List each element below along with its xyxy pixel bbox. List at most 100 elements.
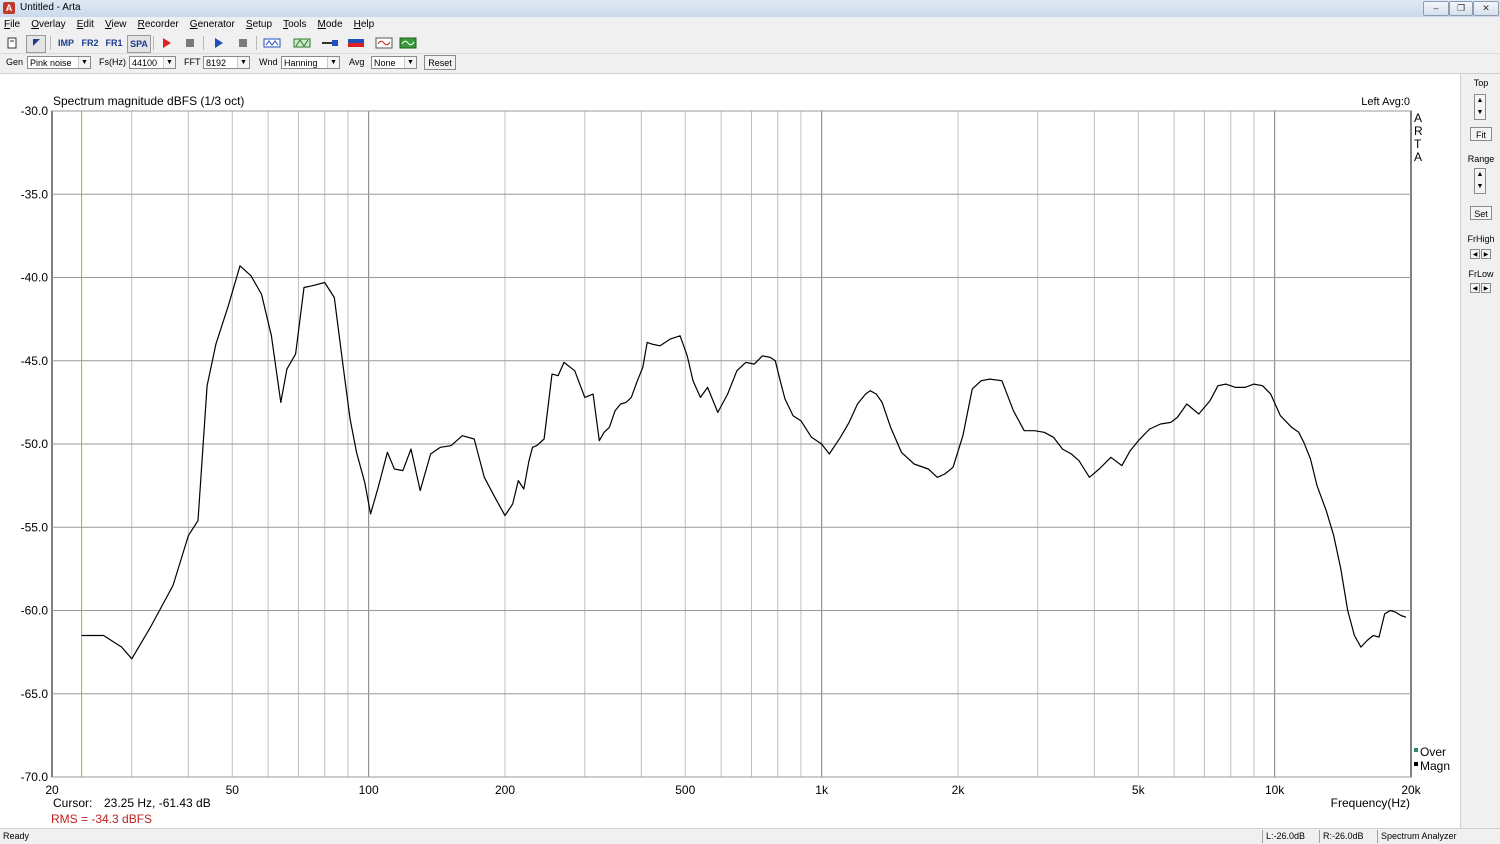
signal-record-icon[interactable] — [262, 35, 282, 51]
rms-readout: RMS = -34.3 dBFS — [51, 812, 152, 826]
toolbar-separator — [153, 36, 154, 50]
y-tick-label: -35.0 — [21, 187, 49, 201]
meter-icon[interactable] — [346, 35, 366, 51]
status-ready: Ready — [3, 831, 30, 841]
x-tick-label: 50 — [226, 783, 240, 797]
y-tick-label: -40.0 — [21, 271, 49, 285]
watermark-letter: T — [1414, 137, 1422, 151]
arrow-up-icon[interactable]: ▲ — [1475, 95, 1485, 107]
spectrum-chart[interactable]: -30.0 -35.0 -40.0 -45.0 -50.0 -55.0 -60.0 -65.0… — [0, 74, 1460, 828]
impulse-mode-button[interactable]: IMP — [55, 35, 77, 51]
arrow-right-icon[interactable]: ▶ — [1481, 283, 1491, 293]
open-arrow-icon[interactable] — [26, 35, 46, 53]
fft-size-value: 8192 — [206, 58, 227, 68]
reset-button[interactable]: Reset — [424, 55, 456, 70]
x-axis-label: Frequency(Hz) — [1331, 796, 1410, 810]
status-mode: Spectrum Analyzer — [1377, 830, 1500, 843]
status-right-level: R:-26.0dB — [1319, 830, 1377, 843]
avg-label: Avg — [349, 57, 365, 67]
minimize-button[interactable]: – — [1423, 1, 1449, 16]
menu-file[interactable]: File — [0, 17, 24, 33]
chevron-down-icon[interactable]: ▼ — [327, 57, 339, 68]
legend-label-magn: Magn — [1420, 759, 1450, 773]
arrow-left-icon[interactable]: ◀ — [1470, 283, 1480, 293]
arrow-down-icon[interactable]: ▼ — [1475, 181, 1485, 193]
axis-control-panel: Top ▲ ▼ Fit Range ▲ ▼ Set FrHigh ◀ ▶ FrL… — [1460, 74, 1500, 828]
arrow-left-icon[interactable]: ◀ — [1470, 249, 1480, 259]
arrow-right-icon[interactable]: ▶ — [1481, 249, 1491, 259]
fit-button[interactable]: Fit — [1470, 127, 1492, 141]
y-tick-label: -30.0 — [21, 104, 49, 118]
chevron-down-icon[interactable]: ▼ — [78, 57, 90, 68]
spectrum-plot-area[interactable]: -30.0 -35.0 -40.0 -45.0 -50.0 -55.0 -60.0 -65.0… — [0, 74, 1460, 828]
chart-title: Spectrum magnitude dBFS (1/3 oct) — [53, 94, 244, 108]
signal-icon[interactable] — [292, 35, 312, 51]
legend-label-over: Over — [1420, 745, 1446, 759]
menu-mode[interactable]: Mode — [314, 17, 347, 33]
status-left-level: L:-26.0dB — [1262, 830, 1319, 843]
x-tick-label: 200 — [495, 783, 515, 797]
wnd-label: Wnd — [259, 57, 278, 67]
chevron-down-icon[interactable]: ▼ — [237, 57, 249, 68]
generator-select[interactable]: Pink noise ▼ — [27, 56, 91, 69]
y-tick-label: -65.0 — [21, 687, 49, 701]
status-bar: Ready L:-26.0dB R:-26.0dB Spectrum Analy… — [0, 828, 1500, 844]
y-tick-label: -45.0 — [21, 354, 49, 368]
menu-bar: File Overlay Edit View Recorder Generato… — [0, 17, 1500, 33]
menu-help[interactable]: Help — [350, 17, 379, 33]
watermark-letter: A — [1414, 150, 1422, 164]
y-tick-label: -50.0 — [21, 437, 49, 451]
gen-label: Gen — [6, 57, 24, 67]
toolbar-separator — [203, 36, 204, 50]
menu-generator[interactable]: Generator — [186, 17, 239, 33]
title-bar: A Untitled - Arta – ❐ ✕ — [0, 0, 1500, 18]
averaging-value: None — [374, 58, 396, 68]
x-tick-label: 20k — [1401, 783, 1421, 797]
chevron-down-icon[interactable]: ▼ — [163, 57, 175, 68]
x-tick-label: 10k — [1265, 783, 1285, 797]
menu-setup[interactable]: Setup — [242, 17, 276, 33]
fr1-mode-button[interactable]: FR1 — [104, 35, 124, 51]
x-tick-label: 20 — [45, 783, 59, 797]
new-document-icon[interactable] — [4, 35, 20, 51]
y-tick-label: -60.0 — [21, 604, 49, 618]
menu-overlay[interactable]: Overlay — [27, 17, 69, 33]
watermark-letter: R — [1414, 124, 1423, 138]
fft-label: FFT — [184, 57, 201, 67]
arrow-down-icon[interactable]: ▼ — [1475, 107, 1485, 119]
fr2-mode-button[interactable]: FR2 — [80, 35, 100, 51]
menu-tools[interactable]: Tools — [279, 17, 310, 33]
watermark-letter: A — [1414, 111, 1422, 125]
top-spinner[interactable]: ▲ ▼ — [1474, 94, 1486, 120]
record-icon[interactable] — [158, 35, 174, 51]
menu-view[interactable]: View — [101, 17, 131, 33]
stop-playback-icon[interactable] — [235, 35, 251, 51]
range-spinner[interactable]: ▲ ▼ — [1474, 168, 1486, 194]
sample-rate-value: 44100 — [132, 58, 158, 68]
window-select[interactable]: Hanning ▼ — [281, 56, 340, 69]
waveform-icon[interactable] — [374, 35, 394, 51]
play-icon[interactable] — [210, 35, 226, 51]
x-tick-label: 1k — [815, 783, 829, 797]
scope-icon[interactable] — [398, 35, 418, 51]
toolbar-separator — [50, 36, 51, 50]
averaging-select[interactable]: None ▼ — [371, 56, 417, 69]
spa-mode-button[interactable]: SPA — [127, 35, 151, 53]
frlow-label: FrLow — [1468, 269, 1494, 279]
stop-icon[interactable] — [182, 35, 198, 51]
toolbar-separator — [256, 36, 257, 50]
maximize-button[interactable]: ❐ — [1449, 1, 1473, 16]
chevron-down-icon[interactable]: ▼ — [404, 57, 416, 68]
set-button[interactable]: Set — [1470, 206, 1492, 220]
close-button[interactable]: ✕ — [1473, 1, 1499, 16]
sample-rate-select[interactable]: 44100 ▼ — [129, 56, 176, 69]
menu-recorder[interactable]: Recorder — [134, 17, 183, 33]
fft-size-select[interactable]: 8192 ▼ — [203, 56, 250, 69]
main-toolbar: IMP FR2 FR1 SPA — [0, 33, 1500, 54]
legend-swatch-over — [1414, 748, 1418, 752]
arta-app-icon[interactable]: A — [3, 2, 15, 14]
cable-icon[interactable] — [320, 35, 340, 51]
arrow-up-icon[interactable]: ▲ — [1475, 169, 1485, 181]
channel-info: Left Avg:0 — [1361, 96, 1410, 108]
menu-edit[interactable]: Edit — [73, 17, 98, 33]
